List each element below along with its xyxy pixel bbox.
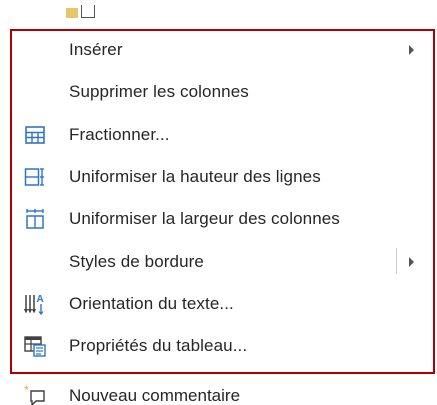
menu-item-label: Orientation du texte... — [69, 293, 234, 313]
menu-item-new-comment[interactable]: * Nouveau commentaire — [12, 380, 433, 405]
table-properties-icon — [23, 334, 47, 358]
split-cells-icon — [23, 123, 47, 147]
menu-item-delete-columns[interactable]: Supprimer les colonnes — [12, 71, 433, 113]
distribute-rows-icon — [23, 165, 47, 189]
menu-item-split[interactable]: Fractionner... — [12, 114, 433, 156]
menu-item-label: Styles de bordure — [69, 251, 204, 271]
submenu-arrow-icon[interactable] — [409, 256, 414, 267]
menu-item-insert[interactable]: Insérer — [12, 29, 433, 71]
menu-item-table-properties[interactable]: Propriétés du tableau... — [12, 325, 433, 367]
text-direction-icon: A — [23, 292, 47, 316]
menu-item-label: Uniformiser la largeur des colonnes — [69, 209, 340, 229]
menu-item-border-styles[interactable]: Styles de bordure — [12, 240, 433, 282]
split-button-divider — [396, 248, 397, 275]
menu-item-label: Fractionner... — [69, 124, 170, 144]
menu-item-label: Uniformiser la hauteur des lignes — [69, 167, 321, 187]
menu-item-distribute-columns[interactable]: Uniformiser la largeur des colonnes — [12, 198, 433, 240]
menu-item-label: Supprimer les colonnes — [69, 82, 249, 102]
menu-item-distribute-rows[interactable]: Uniformiser la hauteur des lignes — [12, 156, 433, 198]
menu-item-label: Insérer — [69, 40, 123, 60]
context-menu-screenshot: Insérer Supprimer les colonnes Fractionn… — [0, 0, 437, 405]
menu-item-label: Propriétés du tableau... — [69, 336, 248, 356]
menu-item-text-direction[interactable]: A Orientation du texte... — [12, 283, 433, 325]
menu-item-label: Nouveau commentaire — [69, 386, 241, 405]
folder-icon — [66, 8, 78, 18]
partial-menu-icon — [66, 0, 126, 20]
context-menu: Insérer Supprimer les colonnes Fractionn… — [12, 29, 433, 367]
checkbox-icon — [81, 5, 95, 18]
submenu-arrow-icon — [409, 45, 414, 56]
distribute-columns-icon — [23, 207, 47, 231]
new-comment-icon: * — [24, 383, 48, 405]
svg-text:A: A — [37, 294, 44, 305]
svg-text:*: * — [24, 384, 29, 397]
